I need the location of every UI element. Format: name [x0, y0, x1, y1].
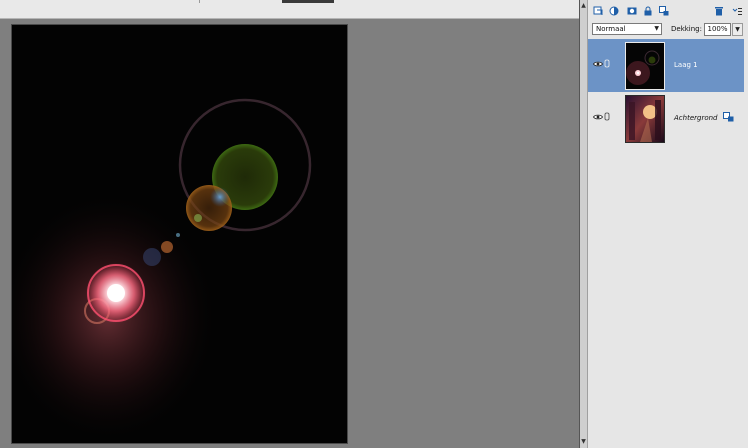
- background-lock-icon: [723, 112, 734, 122]
- blend-mode-select[interactable]: Normaal ▼: [592, 23, 662, 35]
- tab-divider: [199, 0, 200, 3]
- blend-mode-value: Normaal: [596, 25, 626, 33]
- opacity-dropdown-icon[interactable]: ▼: [732, 23, 743, 36]
- chevron-down-icon: ▼: [654, 25, 659, 32]
- document-tab[interactable]: [282, 0, 334, 3]
- vertical-scrollbar[interactable]: ▲ ▼: [579, 0, 587, 448]
- opacity-label: Dekking:: [671, 25, 702, 33]
- link-icon[interactable]: [604, 59, 610, 68]
- lock-icon[interactable]: [642, 5, 653, 16]
- new-layer-icon[interactable]: [592, 5, 603, 16]
- layer-name[interactable]: Achtergrond: [674, 112, 718, 124]
- lock-all-icon[interactable]: [658, 5, 669, 16]
- layers-panel-toolbar: [588, 0, 748, 20]
- scroll-up-arrow-icon[interactable]: ▲: [580, 2, 587, 10]
- panel-menu-icon[interactable]: [732, 5, 743, 16]
- layer-row-achtergrond[interactable]: Achtergrond: [588, 92, 744, 145]
- layer-name[interactable]: Laag 1: [674, 59, 698, 71]
- layer-mask-icon[interactable]: [626, 5, 637, 16]
- layers-panel: Normaal ▼ Dekking: 100% ▼ Laag 1 Achterg…: [587, 0, 748, 448]
- link-icon[interactable]: [604, 112, 610, 121]
- canvas-workspace[interactable]: [0, 19, 579, 448]
- document-canvas[interactable]: [11, 24, 348, 444]
- document-tab-bar: [0, 0, 587, 19]
- lens-flare-image: [12, 25, 347, 443]
- layer-row-laag-1[interactable]: Laag 1: [588, 39, 744, 92]
- delete-layer-icon[interactable]: [713, 5, 724, 16]
- opacity-input[interactable]: 100%: [704, 23, 731, 36]
- scroll-down-arrow-icon[interactable]: ▼: [580, 438, 587, 446]
- layer-thumbnail[interactable]: [625, 95, 665, 143]
- layer-thumbnail[interactable]: [625, 42, 665, 90]
- visibility-eye-icon[interactable]: [593, 60, 603, 68]
- adjustment-layer-icon[interactable]: [608, 5, 619, 16]
- visibility-eye-icon[interactable]: [593, 113, 603, 121]
